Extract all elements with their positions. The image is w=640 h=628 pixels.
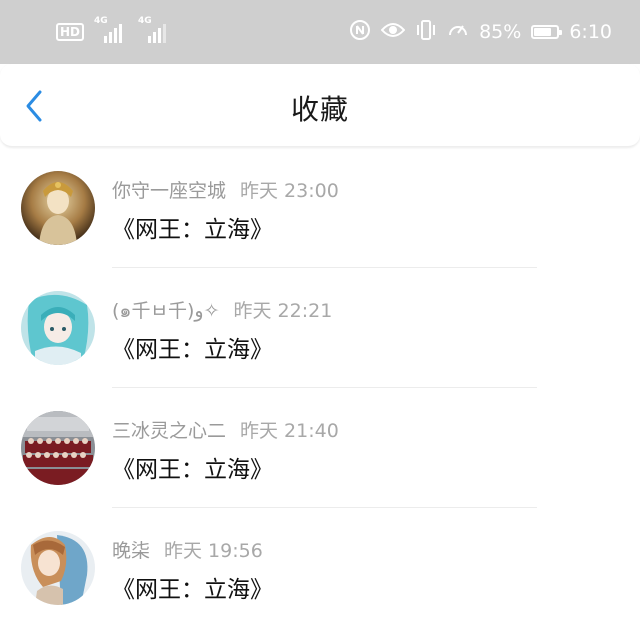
nav-bar: 收藏: [0, 64, 640, 147]
vibrate-icon: [415, 19, 437, 46]
avatar: [21, 531, 95, 605]
item-meta: (๑千ㅂ千)و✧ 昨天 22:21: [112, 296, 332, 326]
status-bar: HD 4G 4G 85% 6:10: [0, 0, 640, 64]
signal-icon: 4G: [94, 17, 128, 43]
author-name: 你守一座空城: [112, 180, 227, 202]
battery-percent: 85%: [479, 21, 522, 43]
timestamp: 昨天 19:56: [164, 540, 263, 562]
clock: 6:10: [569, 21, 612, 43]
nfc-icon: [349, 19, 371, 46]
list-item[interactable]: (๑千ㅂ千)و✧ 昨天 22:21 《网王：立海》: [0, 268, 640, 388]
timestamp: 昨天 22:21: [233, 300, 333, 322]
speed-icon: [447, 19, 469, 46]
author-name: 晚柒: [112, 540, 151, 562]
list-item[interactable]: 三冰灵之心二 昨天 21:40 《网王：立海》: [0, 388, 640, 508]
avatar: [21, 171, 95, 245]
item-title: 《网王：立海》: [112, 577, 273, 603]
item-meta: 晚柒 昨天 19:56: [112, 536, 263, 563]
avatar: [21, 411, 95, 485]
author-name: (๑千ㅂ千)و✧: [112, 300, 220, 322]
list-item[interactable]: 你守一座空城 昨天 23:00 《网王：立海》: [0, 148, 640, 268]
author-name: 三冰灵之心二: [112, 420, 227, 442]
status-left: HD 4G 4G: [56, 17, 172, 46]
status-right: 85% 6:10: [349, 18, 612, 46]
network-type-label: 4G: [138, 16, 152, 26]
page-title: 收藏: [290, 93, 349, 126]
item-meta: 三冰灵之心二 昨天 21:40: [112, 416, 339, 443]
list-item[interactable]: 晚柒 昨天 19:56 《网王：立海》: [0, 508, 640, 628]
timestamp: 昨天 23:00: [240, 180, 339, 202]
battery-icon: [531, 25, 563, 39]
item-title: 《网王：立海》: [112, 457, 273, 483]
item-title: 《网王：立海》: [112, 337, 273, 363]
eye-icon: [380, 21, 406, 44]
hd-icon: HD: [56, 23, 85, 41]
network-type-label: 4G: [94, 16, 108, 26]
favorites-list: 你守一座空城 昨天 23:00 《网王：立海》 (๑千ㅂ千)و✧ 昨天 22:21 …: [0, 148, 640, 628]
avatar: [21, 291, 95, 365]
item-meta: 你守一座空城 昨天 23:00: [112, 176, 339, 203]
signal-icon: 4G: [138, 17, 172, 43]
timestamp: 昨天 21:40: [240, 420, 339, 442]
item-title: 《网王：立海》: [112, 217, 273, 243]
